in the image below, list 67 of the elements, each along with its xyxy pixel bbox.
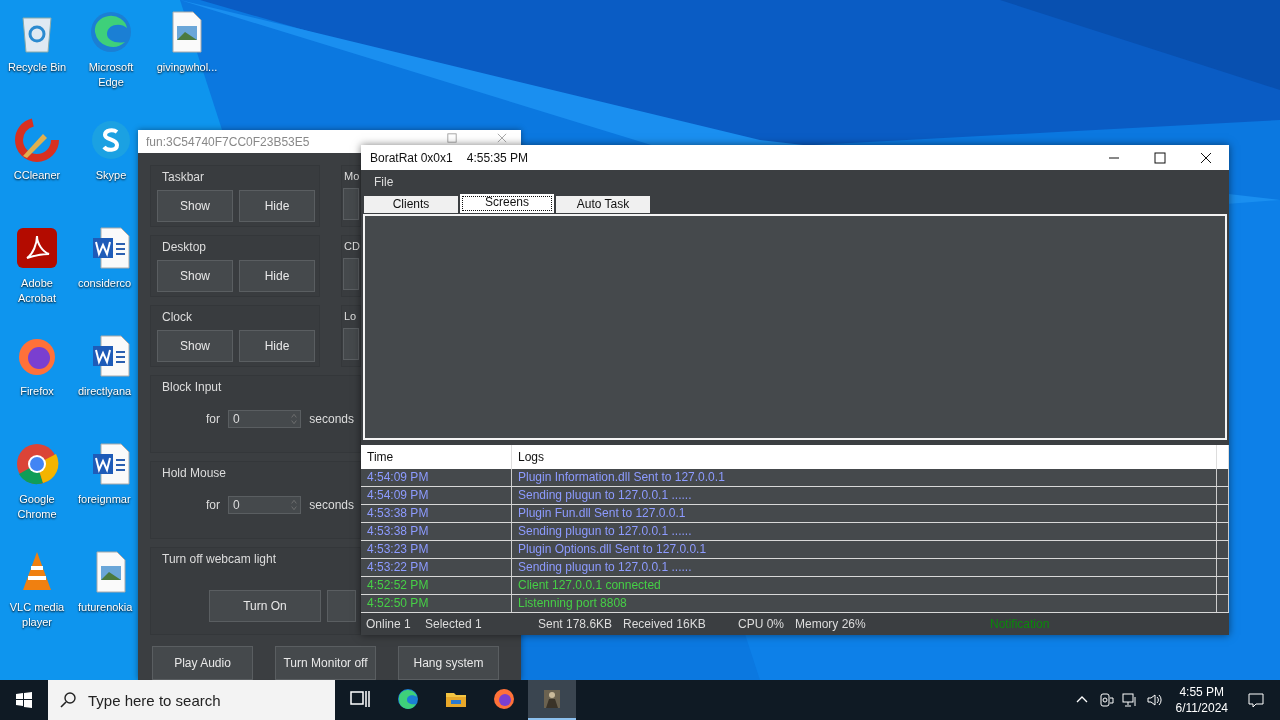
group-label: Turn off webcam light [162, 552, 277, 566]
table-cell: Sending plugun to 127.0.0.1 ...... [512, 559, 1217, 576]
table-cell: Sending plugun to 127.0.0.1 ...... [512, 523, 1217, 540]
table-cell: Plugin Options.dll Sent to 127.0.0.1 [512, 541, 1217, 558]
group-label: Desktop [162, 240, 207, 254]
action-button[interactable]: Show [157, 260, 233, 292]
table-cell: Client 127.0.0.1 connected [512, 577, 1217, 594]
group-label: Lo [344, 310, 357, 322]
search-field[interactable]: Type here to search [48, 680, 335, 720]
status-text: Online 1 [366, 617, 412, 631]
window-time: 4:55:35 PM [466, 150, 529, 165]
action-button[interactable]: Show [157, 330, 233, 362]
group-label: Clock [162, 310, 192, 324]
action-button[interactable]: Turn Monitor off [275, 646, 376, 680]
window-title: BoratRat 0x0x1 [370, 150, 453, 165]
status-text: Memory 26% [795, 617, 867, 631]
tab[interactable]: Screens [460, 194, 554, 213]
table-cell: Plugin Fun.dll Sent to 127.0.0.1 [512, 505, 1217, 522]
group-label: Taskbar [162, 170, 205, 184]
group-label: Block Input [162, 380, 222, 394]
action-button[interactable]: Hang system [398, 646, 499, 680]
table-cell: Plugin Information.dll Sent to 127.0.0.1 [512, 469, 1217, 486]
action-button[interactable]: Hide [239, 190, 315, 222]
close-icon[interactable] [1200, 151, 1212, 164]
unit-label: seconds [309, 412, 354, 426]
status-text: Received 16KB [623, 617, 707, 631]
notification-icon[interactable] [1248, 692, 1264, 708]
table-cell: 4:52:50 PM [361, 595, 512, 612]
browser-icon [396, 687, 420, 711]
maximize-icon[interactable] [1154, 151, 1166, 164]
action-button[interactable]: Play Audio [152, 646, 253, 680]
for-label: for [206, 498, 220, 512]
table-cell: 4:54:09 PM [361, 469, 512, 486]
windows-logo-icon[interactable] [16, 692, 32, 708]
tab[interactable]: Auto Task [556, 196, 650, 213]
table-cell: 4:53:38 PM [361, 505, 512, 522]
status-text: Selected 1 [425, 617, 483, 631]
table-cell: Sending plugun to 127.0.0.1 ...... [512, 487, 1217, 504]
browser-icon [492, 687, 516, 711]
action-button[interactable]: Show [157, 190, 233, 222]
for-label: for [206, 412, 220, 426]
tab[interactable]: Clients [364, 196, 458, 213]
group-label: Mo [344, 170, 360, 182]
group-label: Hold Mouse [162, 466, 227, 480]
menu-item[interactable]: File [374, 175, 394, 189]
number-field[interactable]: 0 [228, 410, 302, 428]
action-button[interactable]: Hide [239, 330, 315, 362]
unit-label: seconds [309, 498, 354, 512]
speaker-icon[interactable] [1145, 692, 1162, 708]
status-text: Sent 178.6KB [538, 617, 614, 631]
search-icon [60, 692, 76, 708]
table-cell: 4:54:09 PM [361, 487, 512, 504]
status-text: CPU 0% [738, 617, 785, 631]
table-cell: 4:52:52 PM [361, 577, 512, 594]
device-icon[interactable] [1097, 692, 1114, 708]
window-title: fun:3C54740F7CC0F23B53E5 [146, 134, 311, 149]
table-cell: Listenning port 8808 [512, 595, 1217, 612]
taskbar-app-button[interactable] [528, 680, 576, 720]
group-label: CD [344, 240, 360, 252]
table-cell: 4:53:23 PM [361, 541, 512, 558]
table-cell: 4:53:22 PM [361, 559, 512, 576]
action-button[interactable]: Turn On [209, 590, 321, 622]
number-field[interactable]: 0 [228, 496, 302, 514]
network-icon[interactable] [1121, 692, 1138, 708]
table-cell: 4:53:38 PM [361, 523, 512, 540]
action-button[interactable]: Hide [239, 260, 315, 292]
clock[interactable]: 4:55 PM 6/11/2024 [1175, 684, 1228, 716]
